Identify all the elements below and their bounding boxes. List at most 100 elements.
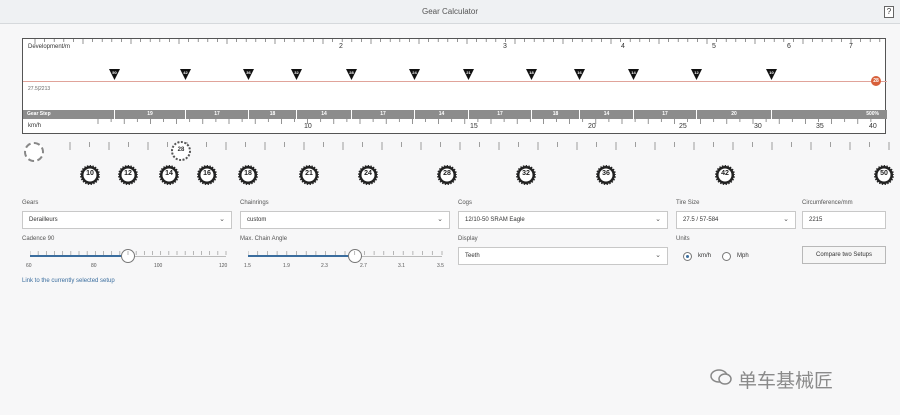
cog-36[interactable]: 36: [595, 164, 617, 186]
tire-size-label: Tire Size: [676, 200, 700, 206]
dev-number: 7: [849, 43, 853, 50]
units-label: Units: [676, 236, 690, 242]
gear-marker[interactable]: 24: [409, 69, 420, 80]
speed-number: 35: [816, 123, 824, 130]
cog-selector: 28 10 12 14 16 18 21 24 28 32 36 42 50: [22, 138, 895, 194]
current-gear-dot[interactable]: 28: [871, 76, 881, 86]
gear-marker[interactable]: 28: [346, 69, 357, 80]
cog-12[interactable]: 12: [117, 164, 139, 186]
dev-number: 3: [503, 43, 507, 50]
unit-kmh-label: km/h: [698, 253, 712, 259]
cadence-scale-label: 100: [154, 263, 163, 269]
gear-marker[interactable]: 50: [109, 69, 120, 80]
gear-step: 18: [248, 110, 296, 119]
gear-step: 14: [579, 110, 633, 119]
cog-32[interactable]: 32: [515, 164, 537, 186]
chevron-down-icon: ⌄: [219, 216, 225, 223]
cadence-scale-label: 80: [91, 263, 97, 269]
watermark-text: 单车基械匠: [738, 370, 834, 392]
cog-50[interactable]: 50: [873, 164, 895, 186]
gear-marker[interactable]: 10: [766, 69, 777, 80]
unit-mph-radio[interactable]: [722, 252, 731, 261]
chevron-down-icon: ⌄: [437, 216, 443, 223]
chainrings-select[interactable]: custom ⌄: [240, 211, 450, 229]
cogs-select[interactable]: 12/10-50 SRAM Eagle ⌄: [458, 211, 668, 229]
gear-marker[interactable]: 16: [574, 69, 585, 80]
gear-step: 14: [414, 110, 468, 119]
chain-angle-ticks: [248, 251, 443, 255]
chevron-down-icon: ⌄: [655, 252, 661, 259]
gear-marker[interactable]: 14: [628, 69, 639, 80]
tire-size-select[interactable]: 27.5 / 57-584 ⌄: [676, 211, 796, 229]
cadence-label: Cadence 90: [22, 236, 55, 242]
development-ticks: [34, 39, 881, 44]
cadence-scale-label: 120: [219, 263, 228, 269]
gear-step-title: Gear Step: [27, 111, 51, 117]
help-button[interactable]: ?: [884, 6, 894, 18]
cog-28[interactable]: 28: [436, 164, 458, 186]
chevron-down-icon: ⌄: [783, 216, 789, 223]
gear-step: 17: [633, 110, 696, 119]
gear-marker[interactable]: 42: [180, 69, 191, 80]
unit-mph-label: Mph: [737, 253, 749, 259]
angle-scale-label: 2.3: [321, 263, 328, 269]
chain-angle-slider-fill: [248, 255, 355, 257]
gear-step: 17: [468, 110, 531, 119]
dev-number: 4: [621, 43, 625, 50]
angle-scale-label: 1.9: [283, 263, 290, 269]
speed-label: km/h: [28, 123, 42, 129]
title-bar: Gear Calculator ?: [0, 0, 900, 24]
cog-ticks: [69, 142, 890, 150]
dev-number: 6: [787, 43, 791, 50]
angle-scale-label: 2.7: [360, 263, 367, 269]
speed-number: 25: [679, 123, 687, 130]
gear-marker[interactable]: 21: [463, 69, 474, 80]
display-label: Display: [458, 236, 478, 242]
gear-step: 14: [296, 110, 351, 119]
cog-10[interactable]: 10: [79, 164, 101, 186]
gear-marker[interactable]: 36: [243, 69, 254, 80]
wechat-icon: [710, 369, 732, 385]
cog-24[interactable]: 24: [357, 164, 379, 186]
compare-setups-button[interactable]: Compare two Setups: [802, 246, 886, 264]
cogs-label: Cogs: [458, 200, 473, 206]
gear-chart-panel: Development/m 2 3 4 5 6 7 27.5|2213 50 4…: [22, 38, 887, 134]
display-select[interactable]: Teeth ⌄: [458, 247, 668, 265]
angle-scale-label: 3.1: [398, 263, 405, 269]
circumference-input[interactable]: 2215: [802, 211, 886, 229]
speed-number: 20: [588, 123, 596, 130]
setup-label: 27.5|2213: [28, 86, 51, 92]
window-title: Gear Calculator: [421, 7, 479, 16]
setup-line: [23, 81, 887, 82]
cog-16[interactable]: 16: [196, 164, 218, 186]
gear-marker[interactable]: 32: [291, 69, 302, 80]
chain-angle-label: Max. Chain Angle: [240, 236, 288, 242]
gears-select[interactable]: Derailleurs ⌄: [22, 211, 232, 229]
gears-label: Gears: [22, 200, 39, 206]
gear-step: 18: [531, 110, 579, 119]
cog-42[interactable]: 42: [714, 164, 736, 186]
chevron-down-icon: ⌄: [655, 216, 661, 223]
cog-21[interactable]: 21: [298, 164, 320, 186]
cadence-scale-label: 60: [26, 263, 32, 269]
angle-scale-label: 3.5: [437, 263, 444, 269]
gear-marker[interactable]: 18: [526, 69, 537, 80]
gear-step-total: 500%: [771, 110, 887, 119]
angle-scale-label: 1.5: [244, 263, 251, 269]
dev-number: 2: [339, 43, 343, 50]
cadence-slider-fill: [30, 255, 128, 257]
cog-18[interactable]: 18: [237, 164, 259, 186]
cog-14[interactable]: 14: [158, 164, 180, 186]
gear-marker[interactable]: 12: [691, 69, 702, 80]
setup-link[interactable]: Link to the currently selected setup: [22, 278, 115, 284]
speed-number: 10: [304, 123, 312, 130]
unit-kmh-radio[interactable]: [683, 252, 692, 261]
dev-number: 5: [712, 43, 716, 50]
chainring-cog[interactable]: 28: [170, 140, 192, 162]
development-label: Development/m: [28, 44, 71, 50]
circumference-label: Circumference/mm: [802, 200, 853, 206]
speed-number: 30: [754, 123, 762, 130]
gear-step-bar: Gear Step 19 17 18 14 17 14 17 18 14 17 …: [23, 110, 887, 119]
gear-step: 17: [185, 110, 248, 119]
speed-number: 40: [869, 123, 877, 130]
